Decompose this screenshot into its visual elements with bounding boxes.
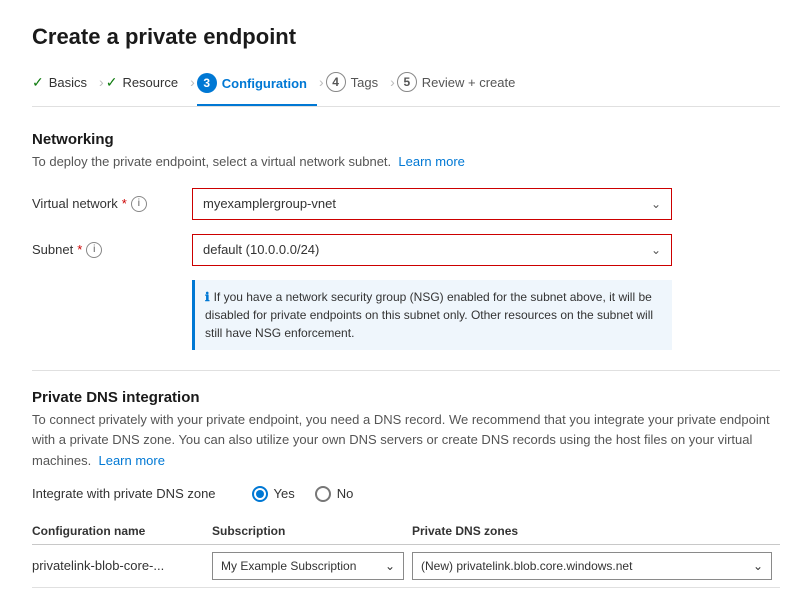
virtual-network-info-icon[interactable]: i: [131, 196, 147, 212]
chevron-down-icon-2: ⌄: [651, 243, 661, 257]
step-divider-2: ›: [190, 74, 195, 90]
info-filled-icon: ℹ: [205, 290, 210, 304]
col-header-config: Configuration name: [32, 518, 212, 545]
private-dns-title: Private DNS integration: [32, 389, 780, 406]
step-configuration-label: Configuration: [222, 76, 307, 91]
step-basics-label: Basics: [49, 75, 87, 90]
row-config-name: privatelink-blob-core-...: [32, 544, 212, 587]
private-dns-desc: To connect privately with your private e…: [32, 410, 780, 472]
networking-learn-more-link[interactable]: Learn more: [398, 154, 464, 169]
table-row: privatelink-blob-core-... My Example Sub…: [32, 544, 780, 587]
step-review-label: Review + create: [422, 75, 516, 90]
step-configuration[interactable]: 3 Configuration: [197, 69, 317, 106]
subnet-value: default (10.0.0.0/24): [203, 242, 319, 257]
dns-zone-dropdown[interactable]: (New) privatelink.blob.core.windows.net …: [412, 552, 772, 580]
step-tags[interactable]: 4 Tags: [326, 68, 388, 96]
subscription-chevron-icon: ⌄: [385, 559, 395, 573]
integrate-dns-group: Integrate with private DNS zone Yes No: [32, 486, 780, 502]
wizard-steps: ✓ Basics › ✓ Resource › 3 Configuration …: [32, 68, 780, 107]
radio-no[interactable]: No: [315, 486, 354, 502]
check-icon: ✓: [32, 74, 44, 91]
virtual-network-label: Virtual network * i: [32, 196, 192, 212]
subscription-value: My Example Subscription: [221, 559, 356, 573]
col-header-dns: Private DNS zones: [412, 518, 780, 545]
step-tags-label: Tags: [351, 75, 378, 90]
col-header-subscription: Subscription: [212, 518, 412, 545]
radio-yes-label: Yes: [274, 486, 295, 501]
row-dns-zone-cell: (New) privatelink.blob.core.windows.net …: [412, 544, 780, 587]
check-icon-2: ✓: [106, 74, 118, 91]
dns-zone-value: (New) privatelink.blob.core.windows.net: [421, 559, 632, 573]
networking-desc: To deploy the private endpoint, select a…: [32, 152, 780, 172]
integrate-dns-label: Integrate with private DNS zone: [32, 486, 216, 501]
radio-yes-btn[interactable]: [252, 486, 268, 502]
virtual-network-row: Virtual network * i myexamplergroup-vnet…: [32, 188, 780, 220]
radio-no-label: No: [337, 486, 354, 501]
step-review[interactable]: 5 Review + create: [397, 68, 526, 96]
section-divider: [32, 370, 780, 371]
dns-zone-chevron-icon: ⌄: [753, 559, 763, 573]
step-review-num: 5: [397, 72, 417, 92]
step-tags-num: 4: [326, 72, 346, 92]
subnet-dropdown[interactable]: default (10.0.0.0/24) ⌄: [192, 234, 672, 266]
required-marker-2: *: [77, 242, 82, 257]
radio-yes[interactable]: Yes: [252, 486, 295, 502]
dns-table-header-row: Configuration name Subscription Private …: [32, 518, 780, 545]
step-divider-4: ›: [390, 74, 395, 90]
radio-no-btn[interactable]: [315, 486, 331, 502]
step-resource[interactable]: ✓ Resource: [106, 70, 188, 95]
private-dns-learn-more-link[interactable]: Learn more: [98, 453, 164, 468]
step-basics[interactable]: ✓ Basics: [32, 70, 97, 95]
step-configuration-num: 3: [197, 73, 217, 93]
nsg-warning: ℹIf you have a network security group (N…: [192, 280, 672, 350]
subscription-dropdown[interactable]: My Example Subscription ⌄: [212, 552, 404, 580]
row-subscription-cell: My Example Subscription ⌄: [212, 544, 412, 587]
dns-table: Configuration name Subscription Private …: [32, 518, 780, 588]
virtual-network-value: myexamplergroup-vnet: [203, 196, 336, 211]
step-divider-1: ›: [99, 74, 104, 90]
page-title: Create a private endpoint: [32, 24, 780, 50]
networking-title: Networking: [32, 131, 780, 148]
virtual-network-dropdown[interactable]: myexamplergroup-vnet ⌄: [192, 188, 672, 220]
chevron-down-icon: ⌄: [651, 197, 661, 211]
subnet-row: Subnet * i default (10.0.0.0/24) ⌄: [32, 234, 780, 266]
subnet-info-icon[interactable]: i: [86, 242, 102, 258]
step-divider-3: ›: [319, 74, 324, 90]
subnet-label: Subnet * i: [32, 242, 192, 258]
step-resource-label: Resource: [122, 75, 178, 90]
required-marker: *: [122, 196, 127, 211]
